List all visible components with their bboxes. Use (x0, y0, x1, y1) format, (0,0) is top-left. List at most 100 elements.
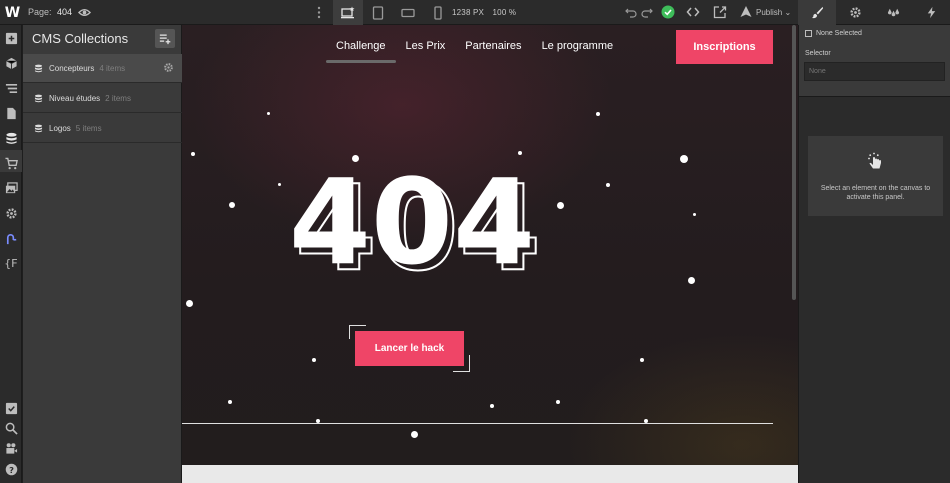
portrait-breakpoint-button[interactable] (423, 0, 453, 25)
database-icon (34, 64, 43, 72)
empty-state-card: Select an element on the canvas to activ… (808, 136, 943, 216)
publish-label: Publish (756, 8, 783, 17)
star-dot (693, 213, 696, 216)
page-label: Page: (28, 7, 52, 17)
star-dot (556, 400, 560, 404)
database-icon (34, 94, 43, 102)
cms-database-icon[interactable] (4, 131, 18, 145)
star-dot (186, 300, 193, 307)
lancer-le-hack-button[interactable]: Lancer le hack (355, 331, 464, 366)
symbols-cube-icon[interactable] (4, 56, 18, 70)
left-toolbar: {F ? (0, 25, 22, 483)
variables-icon[interactable]: {F (4, 256, 18, 270)
code-icon[interactable] (686, 5, 700, 19)
tab-style-manager[interactable] (874, 0, 912, 25)
selector-section: None Selected Selector (799, 25, 950, 97)
help-icon[interactable]: ? (4, 462, 18, 476)
check-status-icon[interactable] (661, 5, 675, 19)
star-dot (644, 419, 648, 423)
star-dot (312, 358, 316, 362)
collection-name: Niveau études (49, 93, 101, 103)
publish-button[interactable]: Publish ⌄ (756, 8, 791, 17)
video-tutorials-icon[interactable] (4, 441, 18, 455)
add-collection-icon (159, 34, 171, 44)
search-icon[interactable] (4, 421, 18, 435)
ecommerce-cart-icon[interactable] (4, 156, 18, 170)
publish-rocket-icon[interactable] (739, 5, 753, 19)
next-section-preview[interactable] (182, 465, 798, 483)
nav-link-le-programme[interactable]: Le programme (542, 40, 614, 52)
panel-tabs (798, 0, 950, 25)
nav-link-les-prix[interactable]: Les Prix (406, 40, 446, 52)
star-dot (688, 277, 695, 284)
svg-text:?: ? (9, 464, 14, 474)
pages-icon[interactable] (4, 106, 18, 120)
page-selector[interactable]: Page: 404 (28, 7, 72, 17)
gear-icon (849, 7, 861, 18)
star-dot (191, 152, 195, 156)
tab-settings[interactable] (836, 0, 874, 25)
canvas-width: 1238 PX (452, 8, 485, 17)
webflow-logo[interactable]: W (0, 0, 25, 25)
style-panel: None Selected Selector Select an element… (798, 25, 950, 483)
desktop-breakpoint-button[interactable] (333, 0, 363, 25)
selector-input[interactable] (804, 62, 945, 81)
canvas-zoom[interactable]: 100 % (493, 8, 517, 17)
star-dot (606, 183, 610, 187)
drops-icon (887, 8, 899, 17)
logic-flow-icon[interactable] (4, 231, 18, 245)
breakpoint-switcher (333, 0, 453, 25)
add-collection-button[interactable] (155, 29, 175, 48)
tablet-icon (372, 5, 384, 20)
collection-count: 4 items (99, 63, 126, 73)
canvas-scrollbar[interactable] (792, 25, 796, 300)
hero-section[interactable]: Challenge Les Prix Partenaires Le progra… (182, 25, 798, 465)
collection-name: Concepteurs (49, 63, 95, 73)
star-dot (229, 202, 235, 208)
design-canvas[interactable]: Challenge Les Prix Partenaires Le progra… (182, 25, 798, 483)
eye-icon[interactable] (78, 6, 91, 19)
collection-item-niveau-etudes[interactable]: Niveau études 2 items (23, 84, 182, 113)
error-404-text: 404 (289, 153, 535, 283)
star-dot (228, 400, 232, 404)
error-404-heading[interactable]: 404 404 (282, 143, 542, 283)
empty-state-message: Select an element on the canvas to activ… (820, 185, 931, 201)
star-dot (518, 151, 522, 155)
tablet-breakpoint-button[interactable] (363, 0, 393, 25)
star-dot (278, 183, 281, 186)
assets-images-icon[interactable] (4, 181, 18, 195)
share-icon[interactable] (713, 5, 727, 19)
landscape-breakpoint-button[interactable] (393, 0, 423, 25)
inscriptions-button[interactable]: Inscriptions (676, 30, 773, 64)
star-dot (490, 404, 494, 408)
collection-item-concepteurs[interactable]: Concepteurs 4 items (23, 54, 182, 83)
nav-link-challenge[interactable]: Challenge (326, 40, 396, 63)
top-bar: W Page: 404 1238 PX 100 % Publish ⌄ (0, 0, 950, 25)
collection-settings-gear-icon[interactable] (163, 62, 174, 73)
none-selected-label: None Selected (816, 30, 862, 37)
tab-interactions[interactable] (912, 0, 950, 25)
audit-checkbox-icon[interactable] (4, 401, 18, 415)
add-element-icon[interactable] (4, 31, 18, 45)
none-selected-checkbox[interactable] (805, 30, 812, 37)
star-dot (352, 155, 359, 162)
brush-icon (811, 6, 823, 19)
more-options-icon[interactable] (315, 5, 323, 20)
settings-gear-icon[interactable] (4, 206, 18, 220)
navigator-icon[interactable] (4, 81, 18, 95)
redo-icon[interactable] (640, 5, 654, 19)
star-dot (640, 358, 644, 362)
undo-icon[interactable] (624, 5, 638, 19)
chevron-down-icon: ⌄ (784, 8, 792, 17)
mobile-portrait-icon (434, 5, 442, 20)
page-name: 404 (57, 7, 73, 17)
database-icon (34, 124, 43, 132)
nav-link-partenaires[interactable]: Partenaires (465, 40, 521, 52)
collection-item-logos[interactable]: Logos 5 items (23, 114, 182, 143)
tab-style[interactable] (798, 0, 836, 25)
star-dot (316, 419, 320, 423)
mobile-landscape-icon (401, 8, 415, 17)
site-nav: Challenge Les Prix Partenaires Le progra… (326, 40, 633, 63)
star-dot (267, 112, 270, 115)
desktop-star-icon (341, 6, 355, 18)
